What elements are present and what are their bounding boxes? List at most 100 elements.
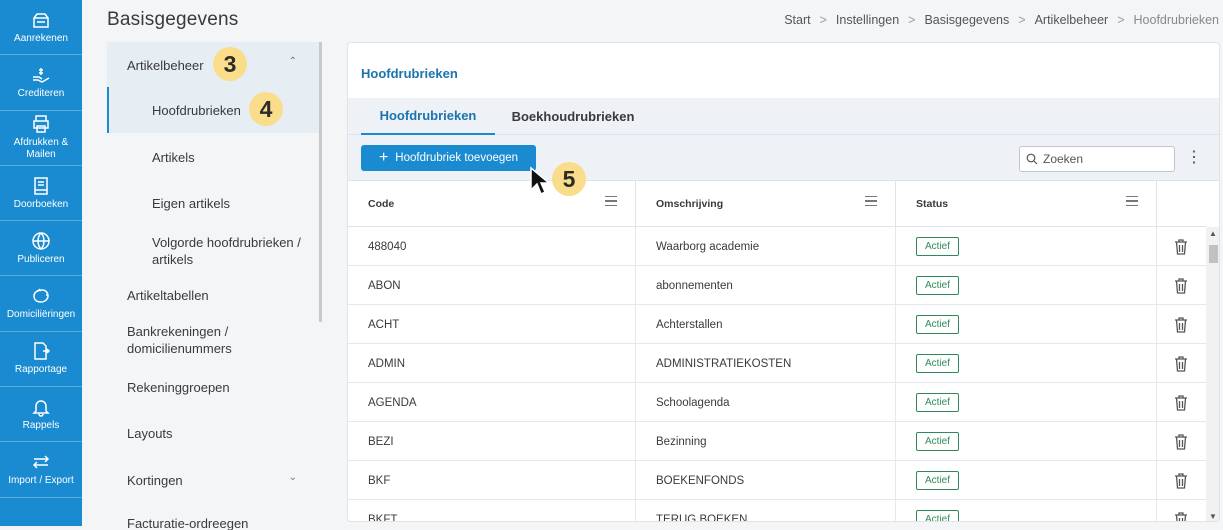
rail-item-afdrukken-mailen[interactable]: Afdrukken & Mailen	[0, 111, 82, 166]
code-value: BKFT	[368, 513, 398, 522]
code-value: ADMIN	[368, 357, 406, 370]
subnav-item-artikels[interactable]: Artikels	[107, 134, 319, 180]
code-value: BEZI	[368, 435, 394, 448]
column-menu-icon[interactable]	[605, 196, 617, 206]
subnav-item-rekeninggroepen[interactable]: Rekeninggroepen	[107, 366, 319, 410]
subnav-item-facturatie[interactable]: Facturatie-ordreegen	[107, 510, 319, 530]
cell-code: BKF	[348, 461, 636, 500]
subnav-item-bankrekeningen[interactable]: Bankrekeningen / domicilienummers	[107, 314, 319, 366]
subnav-item-volgorde[interactable]: Volgorde hoofdrubrieken / artikels	[107, 227, 319, 277]
column-menu-icon[interactable]	[1126, 196, 1138, 206]
rail-item-crediteren[interactable]: Crediteren	[0, 55, 82, 111]
column-title: Omschrijving	[656, 198, 724, 210]
scrollbar-thumb[interactable]	[1209, 245, 1218, 263]
cell-code: ACHT	[348, 305, 636, 344]
search-input[interactable]	[1043, 152, 1163, 166]
cell-status: Actief	[896, 383, 1157, 422]
rail-item-publiceren[interactable]: Publiceren	[0, 221, 82, 277]
trash-icon[interactable]	[1174, 472, 1188, 489]
more-options-icon[interactable]: ⋮	[1186, 149, 1202, 169]
column-header-omschrijving[interactable]: Omschrijving	[636, 181, 896, 227]
cell-code: ABON	[348, 266, 636, 305]
breadcrumb: Start > Instellingen > Basisgegevens > Arti…	[784, 13, 1219, 27]
table-row[interactable]: BKF BOEKENFONDS Actief	[348, 461, 1206, 500]
rail-label: Crediteren	[17, 87, 65, 99]
status-badge: Actief	[916, 276, 960, 295]
add-button-label: Hoofdrubriek toevoegen	[395, 152, 519, 164]
scroll-up-icon[interactable]: ▲	[1209, 229, 1217, 238]
subnav-label: Artikelbeheer	[127, 58, 204, 73]
cell-actions	[1157, 383, 1206, 422]
cell-code: 488040	[348, 227, 636, 266]
page-title: Basisgegevens	[107, 9, 239, 30]
globe-icon	[32, 232, 50, 250]
card-title: Hoofdrubrieken	[361, 66, 458, 81]
rail-label: Rappels	[22, 419, 60, 431]
table-row[interactable]: BKFT TERUG BOEKEN Actief	[348, 500, 1206, 523]
trash-icon[interactable]	[1174, 355, 1188, 372]
cell-actions	[1157, 305, 1206, 344]
tab-boekhoudrubrieken[interactable]: Boekhoudrubrieken	[503, 98, 643, 135]
add-hoofdrubriek-button[interactable]: + Hoofdrubriek toevoegen	[361, 145, 536, 171]
printer-icon	[33, 115, 49, 133]
code-value: ACHT	[368, 318, 400, 331]
search-box[interactable]	[1019, 146, 1175, 172]
subnav-label: Eigen artikels	[152, 196, 231, 211]
rail-item-rapportage[interactable]: Rapportage	[0, 332, 82, 388]
tab-hoofdrubrieken[interactable]: Hoofdrubrieken	[361, 98, 495, 135]
subnav-scrollbar[interactable]	[319, 42, 322, 322]
mouse-pointer-icon	[530, 166, 552, 196]
breadcrumb-basisgegevens[interactable]: Basisgegevens	[924, 13, 1009, 27]
trash-icon[interactable]	[1174, 433, 1188, 450]
subnav-item-hoofdrubrieken[interactable]: Hoofdrubrieken	[107, 87, 319, 133]
chevron-up-icon: ⌃	[288, 56, 297, 67]
grid-scrollbar[interactable]: ▲ ▼	[1206, 227, 1219, 521]
table-row[interactable]: AGENDA Schoolagenda Actief	[348, 383, 1206, 422]
piggy-bank-icon	[33, 288, 49, 303]
trash-icon[interactable]	[1174, 277, 1188, 294]
rail-item-domicilieringen[interactable]: Domiciliëringen	[0, 276, 82, 332]
trash-icon[interactable]	[1174, 394, 1188, 411]
breadcrumb-artikelbeheer[interactable]: Artikelbeheer	[1035, 13, 1109, 27]
breadcrumb-separator-icon: >	[908, 13, 916, 27]
rail-item-rappels[interactable]: Rappels	[0, 387, 82, 443]
table-row[interactable]: ABON abonnementen Actief	[348, 266, 1206, 305]
subnav-item-layouts[interactable]: Layouts	[107, 410, 319, 456]
table-row[interactable]: BEZI Bezinning Actief	[348, 422, 1206, 461]
rail-item-aanrekenen[interactable]: Aanrekenen	[0, 0, 82, 56]
trash-icon[interactable]	[1174, 511, 1188, 523]
rail-label: Aanrekenen	[14, 32, 68, 44]
omschrijving-value: abonnementen	[656, 279, 733, 292]
report-export-icon	[34, 342, 51, 361]
column-menu-icon[interactable]	[865, 196, 877, 206]
status-badge: Actief	[916, 471, 960, 490]
breadcrumb-start[interactable]: Start	[784, 13, 810, 27]
cell-status: Actief	[896, 500, 1157, 521]
column-header-code[interactable]: Code	[348, 181, 636, 227]
trash-icon[interactable]	[1174, 238, 1188, 255]
cell-omschrijving: Waarborg academie	[636, 227, 896, 266]
trash-icon[interactable]	[1174, 316, 1188, 333]
subnav-label: Kortingen	[127, 473, 183, 488]
omschrijving-value: TERUG BOEKEN	[656, 513, 748, 522]
rail-item-doorboeken[interactable]: Doorboeken	[0, 166, 82, 222]
cell-actions	[1157, 500, 1206, 523]
cell-status: Actief	[896, 344, 1157, 383]
step-badge-4: 4	[249, 92, 283, 126]
subnav-item-eigen-artikels[interactable]: Eigen artikels	[107, 180, 319, 226]
subnav-label: Layouts	[127, 426, 173, 441]
table-row[interactable]: 488040 Waarborg academie Actief	[348, 227, 1206, 266]
cell-status: Actief	[896, 266, 1157, 305]
subnav-item-artikeltabellen[interactable]: Artikeltabellen	[107, 277, 319, 313]
table-row[interactable]: ACHT Achterstallen Actief	[348, 305, 1206, 344]
code-value: 488040	[368, 240, 407, 253]
subnav-item-kortingen[interactable]: Kortingen ⌄	[107, 456, 319, 502]
column-header-actions	[1157, 181, 1206, 227]
table-row[interactable]: ADMIN ADMINISTRATIEKOSTEN Actief	[348, 344, 1206, 383]
column-header-status[interactable]: Status	[896, 181, 1157, 227]
omschrijving-value: Schoolagenda	[656, 396, 730, 409]
scroll-down-icon[interactable]: ▼	[1209, 512, 1217, 521]
breadcrumb-instellingen[interactable]: Instellingen	[836, 13, 899, 27]
omschrijving-value: Waarborg academie	[656, 240, 760, 253]
rail-item-import-export[interactable]: Import / Export	[0, 442, 82, 498]
